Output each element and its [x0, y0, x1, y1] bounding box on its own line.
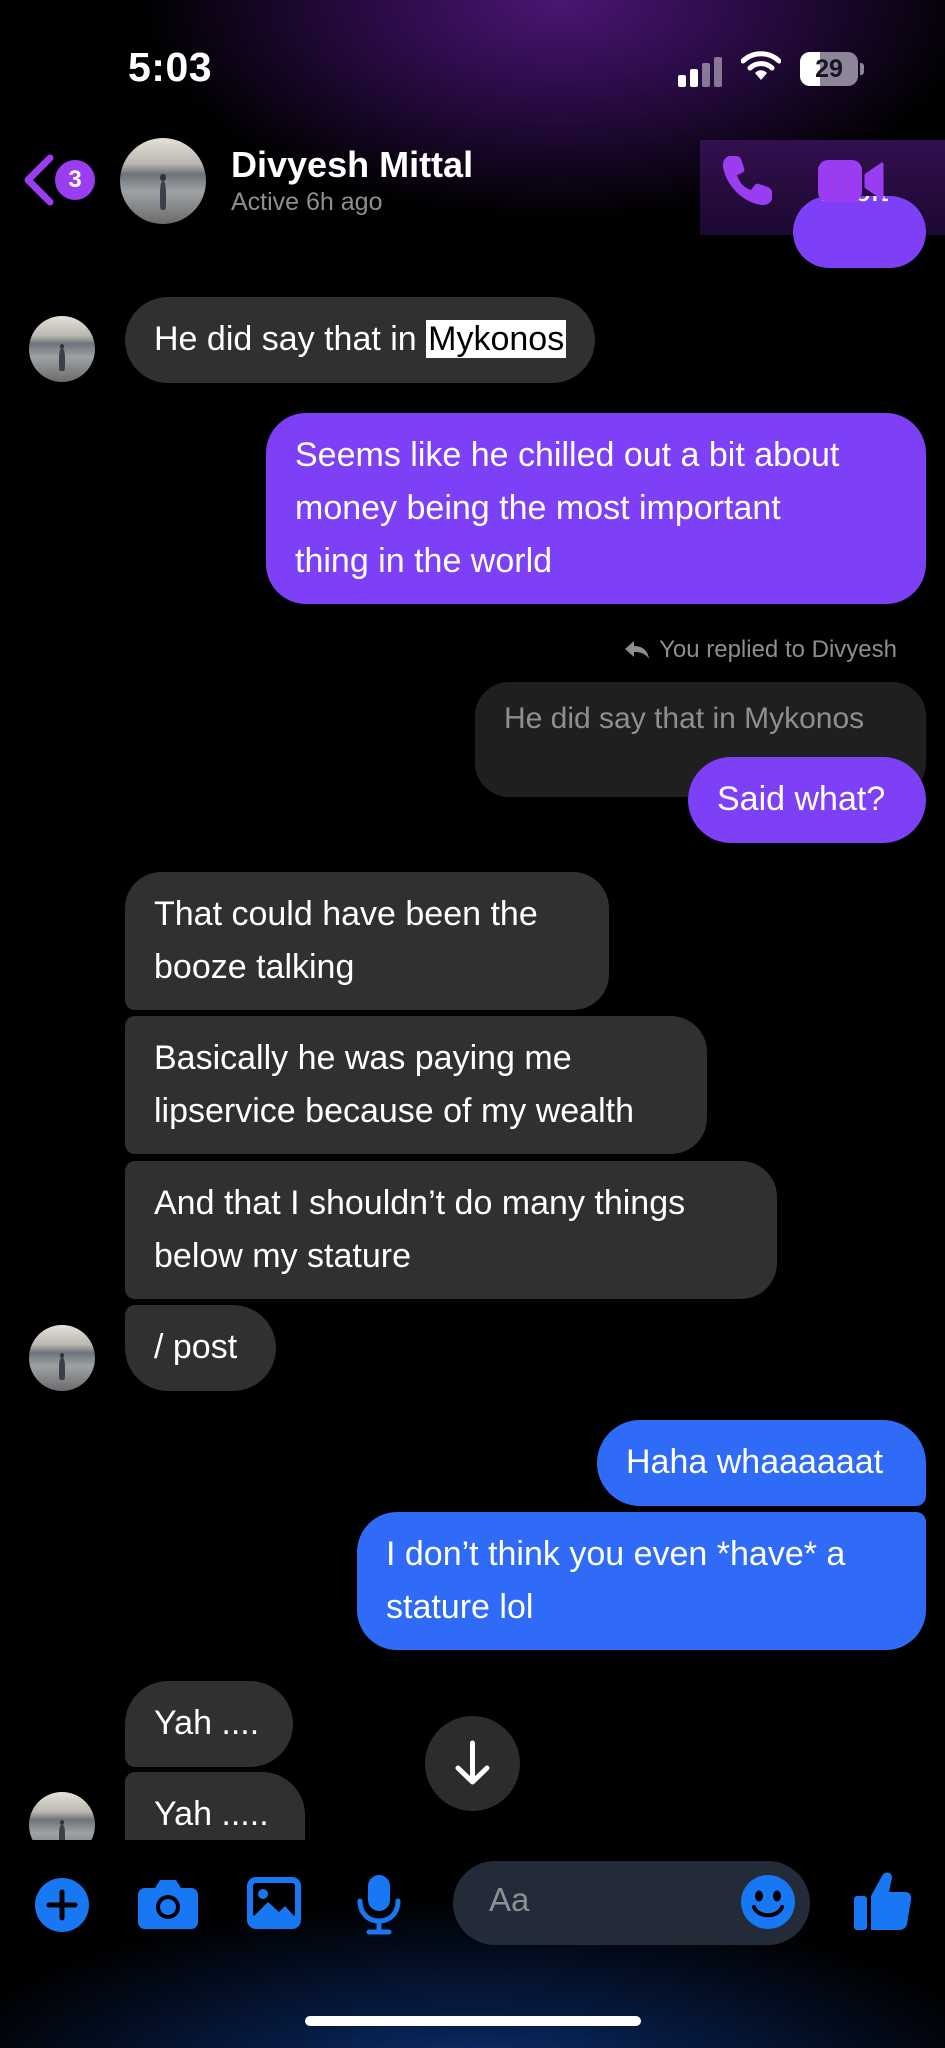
message-outgoing[interactable]: I don’t think you even *have* a stature …: [357, 1512, 926, 1650]
message-incoming[interactable]: Basically he was paying me lipservice be…: [125, 1016, 707, 1154]
home-indicator: [305, 2016, 641, 2026]
message-incoming[interactable]: Yah ....: [125, 1681, 293, 1767]
microphone-icon[interactable]: [357, 1873, 401, 1935]
message-outgoing[interactable]: Haha whaaaaaat: [597, 1420, 926, 1506]
message-line: Seems like he chilled out a bit about: [295, 436, 840, 474]
plus-icon[interactable]: [33, 1876, 91, 1934]
message-outgoing[interactable]: Seems like he chilled out a bit about mo…: [266, 413, 926, 604]
message-avatar[interactable]: [29, 1792, 95, 1840]
message-line: And that I shouldn’t do many things: [154, 1184, 686, 1222]
scroll-to-bottom-button[interactable]: [425, 1716, 520, 1811]
message-text: Yah .....: [154, 1795, 269, 1833]
message-text: He did say that in: [154, 320, 427, 358]
message-incoming[interactable]: And that I shouldn’t do many things belo…: [125, 1161, 777, 1299]
cellular-signal-icon: [678, 55, 726, 87]
battery-level: 29: [815, 55, 843, 83]
wifi-icon: [741, 51, 781, 80]
message-line: booze talking: [154, 948, 355, 986]
video-camera-icon[interactable]: [818, 158, 884, 204]
message-line: stature lol: [386, 1588, 534, 1626]
contact-avatar[interactable]: [120, 138, 206, 224]
camera-icon[interactable]: [137, 1876, 199, 1930]
message-line: I don’t think you even *have* a: [386, 1535, 846, 1573]
status-time: 5:03: [128, 44, 213, 90]
message-line: Basically he was paying me: [154, 1039, 572, 1077]
contact-name[interactable]: Divyesh Mittal: [231, 144, 473, 186]
arrow-down-icon: [455, 1740, 490, 1785]
message-text: Yah ....: [154, 1704, 260, 1742]
message-avatar[interactable]: [29, 1325, 95, 1391]
chevron-left-icon[interactable]: [18, 154, 60, 206]
message-line: below my stature: [154, 1237, 411, 1275]
message-incoming[interactable]: He did say that in Mykonos: [125, 297, 596, 383]
message-avatar[interactable]: [29, 316, 95, 382]
message-partial[interactable]: A bit: [793, 196, 926, 268]
message-incoming[interactable]: That could have been the booze talking: [125, 872, 609, 1010]
message-input-placeholder: Aa: [489, 1881, 530, 1918]
message-outgoing[interactable]: Said what?: [688, 757, 926, 843]
reply-arrow-icon: [625, 641, 650, 659]
message-line: lipservice because of my wealth: [154, 1092, 635, 1130]
message-text: Said what?: [717, 780, 886, 818]
phone-icon[interactable]: [718, 152, 776, 210]
message-text: / post: [154, 1328, 238, 1366]
message-line: thing in the world: [295, 542, 553, 580]
message-line: money being the most important: [295, 489, 781, 527]
quoted-text: He did say that in Mykonos: [504, 702, 865, 735]
message-incoming[interactable]: Yah .....: [125, 1772, 305, 1840]
battery-icon: 29: [800, 52, 864, 86]
message-text: Haha whaaaaaat: [626, 1443, 884, 1481]
thumbs-up-icon[interactable]: [852, 1868, 912, 1932]
contact-active-status: Active 6h ago: [231, 188, 383, 216]
highlighted-text: Mykonos: [426, 320, 567, 358]
reply-label-text: You replied to Divyesh: [659, 636, 897, 663]
gallery-icon[interactable]: [246, 1876, 302, 1930]
reply-indicator: You replied to Divyesh: [623, 636, 897, 664]
unread-count-badge: 3: [55, 160, 95, 200]
message-incoming[interactable]: / post: [125, 1305, 276, 1391]
message-line: That could have been the: [154, 895, 538, 933]
emoji-icon[interactable]: [740, 1874, 796, 1930]
